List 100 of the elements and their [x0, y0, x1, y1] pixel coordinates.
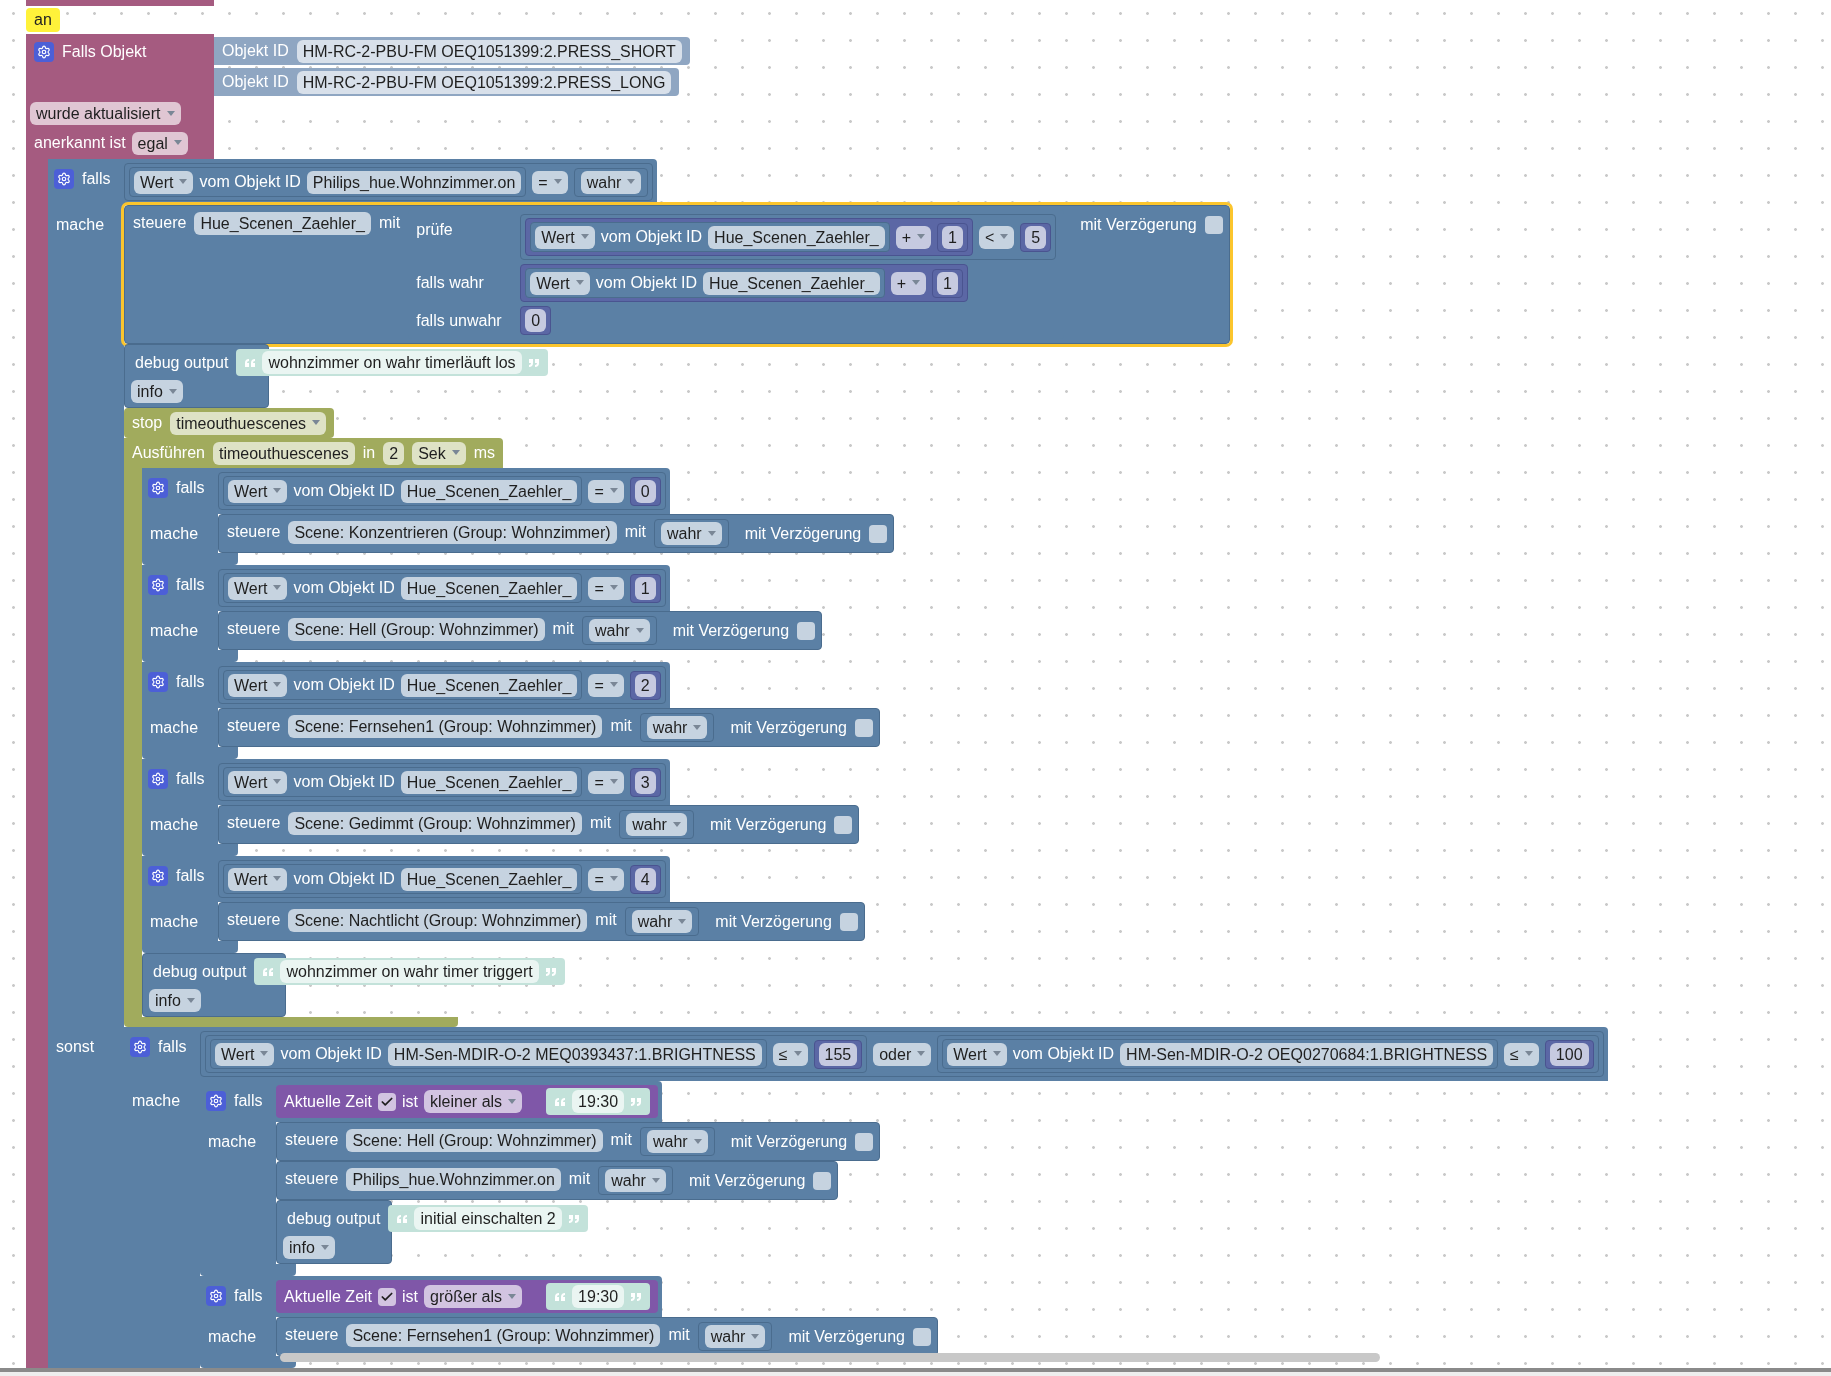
level-dropdown[interactable]: info [131, 380, 183, 403]
operator-dropdown[interactable]: + [895, 225, 931, 249]
attribute-dropdown[interactable]: Wert [947, 1042, 1007, 1066]
delay-checkbox[interactable] [813, 1172, 832, 1190]
delay-field[interactable]: 2 [383, 441, 405, 465]
object-id-field[interactable]: Hue_Scenen_Zaehler_ [400, 576, 578, 600]
number-field[interactable]: 0 [525, 309, 547, 332]
timer-dropdown[interactable]: timeouthuescenes [170, 411, 327, 435]
number-field[interactable]: 1 [634, 576, 656, 600]
gear-icon[interactable] [148, 575, 168, 595]
object-id-field[interactable]: Hue_Scenen_Zaehler_ [703, 271, 880, 295]
gear-icon[interactable] [148, 866, 168, 886]
attribute-dropdown[interactable]: Wert [134, 170, 194, 194]
object-id-field[interactable]: Hue_Scenen_Zaehler_ [400, 770, 578, 794]
gear-icon[interactable] [130, 1037, 150, 1057]
gear-icon[interactable] [34, 42, 54, 62]
operator-dropdown[interactable]: kleiner als [424, 1090, 523, 1113]
operator-dropdown[interactable]: = [588, 673, 624, 697]
operator-dropdown[interactable]: = [588, 867, 624, 891]
object-id-field[interactable]: Philips_hue.Wohnzimmer.on [306, 170, 522, 194]
delay-checkbox[interactable] [797, 622, 816, 640]
object-id-field[interactable]: Hue_Scenen_Zaehler_ [400, 479, 578, 503]
delay-checkbox[interactable] [1204, 216, 1223, 234]
value-dropdown[interactable]: wahr [605, 1169, 666, 1192]
object-id-field[interactable]: HM-RC-2-PBU-FM OEQ1051399:2.PRESS_LONG [296, 70, 672, 94]
operator-dropdown[interactable]: ≤ [1504, 1042, 1539, 1066]
operator-dropdown[interactable]: = [588, 770, 624, 794]
object-id-field[interactable]: Hue_Scenen_Zaehler_ [194, 211, 371, 235]
attribute-dropdown[interactable]: Wert [228, 576, 288, 600]
operator-dropdown[interactable]: < [978, 225, 1015, 249]
operator-dropdown[interactable]: oder [873, 1042, 932, 1066]
number-field[interactable]: 2 [634, 673, 656, 697]
object-id-field[interactable]: Scene: Gedimmt (Group: Wohnzimmer) [288, 811, 582, 835]
text-field[interactable]: wohnzimmer on wahr timerläuft los [262, 351, 522, 374]
delay-checkbox[interactable] [855, 1133, 874, 1151]
text-field[interactable]: wohnzimmer on wahr timer triggert [280, 960, 539, 983]
operator-dropdown[interactable]: größer als [424, 1285, 523, 1308]
value-dropdown[interactable]: wahr [580, 170, 642, 194]
number-field[interactable]: 155 [818, 1042, 858, 1066]
text-field[interactable]: 19:30 [572, 1285, 625, 1308]
object-id-field[interactable]: Hue_Scenen_Zaehler_ [400, 673, 578, 697]
attribute-dropdown[interactable]: Wert [215, 1042, 275, 1066]
attribute-dropdown[interactable]: Wert [530, 271, 590, 295]
gear-icon[interactable] [148, 478, 168, 498]
gear-icon[interactable] [148, 769, 168, 789]
value-dropdown[interactable]: wahr [661, 522, 722, 545]
value-dropdown[interactable]: wahr [626, 813, 687, 836]
number-field[interactable]: 100 [1549, 1042, 1589, 1066]
horizontal-scrollbar[interactable] [280, 1353, 1380, 1362]
delay-checkbox[interactable] [912, 1328, 931, 1346]
value-dropdown[interactable]: wahr [631, 910, 693, 933]
object-id-field[interactable]: Scene: Nachtlicht (Group: Wohnzimmer) [288, 908, 588, 932]
delay-checkbox[interactable] [834, 816, 853, 834]
delay-checkbox[interactable] [839, 913, 858, 931]
number-field[interactable]: 4 [634, 867, 656, 891]
object-id-field[interactable]: Philips_hue.Wohnzimmer.on [346, 1167, 561, 1191]
attribute-dropdown[interactable]: Wert [228, 479, 288, 503]
text-field[interactable]: initial einschalten 2 [414, 1207, 562, 1230]
level-dropdown[interactable]: info [283, 1236, 335, 1259]
gear-icon[interactable] [54, 169, 74, 189]
object-id-field[interactable]: Scene: Fernsehen1 (Group: Wohnzimmer) [346, 1323, 661, 1347]
text-field[interactable]: 19:30 [572, 1090, 625, 1113]
gear-icon[interactable] [148, 672, 168, 692]
event-dropdown[interactable]: wurde aktualisiert [30, 102, 181, 125]
object-id-field[interactable]: HM-RC-2-PBU-FM OEQ1051399:2.PRESS_SHORT [296, 39, 682, 63]
object-id-field[interactable]: Hue_Scenen_Zaehler_ [400, 867, 578, 891]
ack-dropdown[interactable]: egal [131, 131, 188, 155]
gear-icon[interactable] [206, 1091, 226, 1111]
unit-dropdown[interactable]: Sek [412, 441, 466, 465]
gear-icon[interactable] [206, 1286, 226, 1306]
object-id-field[interactable]: Scene: Konzentrieren (Group: Wohnzimmer) [288, 520, 617, 544]
time-checkbox[interactable] [378, 1092, 397, 1111]
object-id-field[interactable]: Hue_Scenen_Zaehler_ [708, 225, 885, 249]
timer-name-field[interactable]: timeouthuescenes [212, 441, 355, 465]
object-id-field[interactable]: HM-Sen-MDIR-O-2 MEQ0393437:1.BRIGHTNESS [387, 1042, 762, 1066]
number-field[interactable]: 1 [937, 271, 958, 295]
time-checkbox[interactable] [378, 1287, 397, 1306]
operator-dropdown[interactable]: = [588, 576, 624, 600]
attribute-dropdown[interactable]: Wert [228, 867, 288, 891]
object-id-field[interactable]: HM-Sen-MDIR-O-2 OEQ0270684:1.BRIGHTNESS [1120, 1042, 1494, 1066]
number-field[interactable]: 0 [634, 479, 656, 503]
number-field[interactable]: 5 [1025, 225, 1047, 249]
attribute-dropdown[interactable]: Wert [228, 770, 288, 794]
object-id-field[interactable]: Scene: Hell (Group: Wohnzimmer) [346, 1128, 603, 1152]
value-dropdown[interactable]: wahr [704, 1325, 766, 1348]
value-dropdown[interactable]: wahr [646, 716, 708, 739]
attribute-dropdown[interactable]: Wert [535, 225, 595, 249]
delay-checkbox[interactable] [854, 719, 873, 737]
delay-checkbox[interactable] [869, 525, 888, 543]
operator-dropdown[interactable]: ≤ [772, 1042, 808, 1066]
object-id-field[interactable]: Scene: Hell (Group: Wohnzimmer) [288, 617, 545, 641]
object-id-field[interactable]: Scene: Fernsehen1 (Group: Wohnzimmer) [288, 714, 603, 738]
number-field[interactable]: 3 [634, 770, 656, 794]
value-dropdown[interactable]: wahr [646, 1130, 708, 1153]
attribute-dropdown[interactable]: Wert [228, 673, 288, 697]
operator-dropdown[interactable]: + [890, 271, 926, 295]
operator-dropdown[interactable]: = [588, 479, 624, 503]
value-dropdown[interactable]: wahr [588, 619, 650, 642]
number-field[interactable]: 1 [942, 225, 963, 249]
level-dropdown[interactable]: info [149, 989, 201, 1012]
